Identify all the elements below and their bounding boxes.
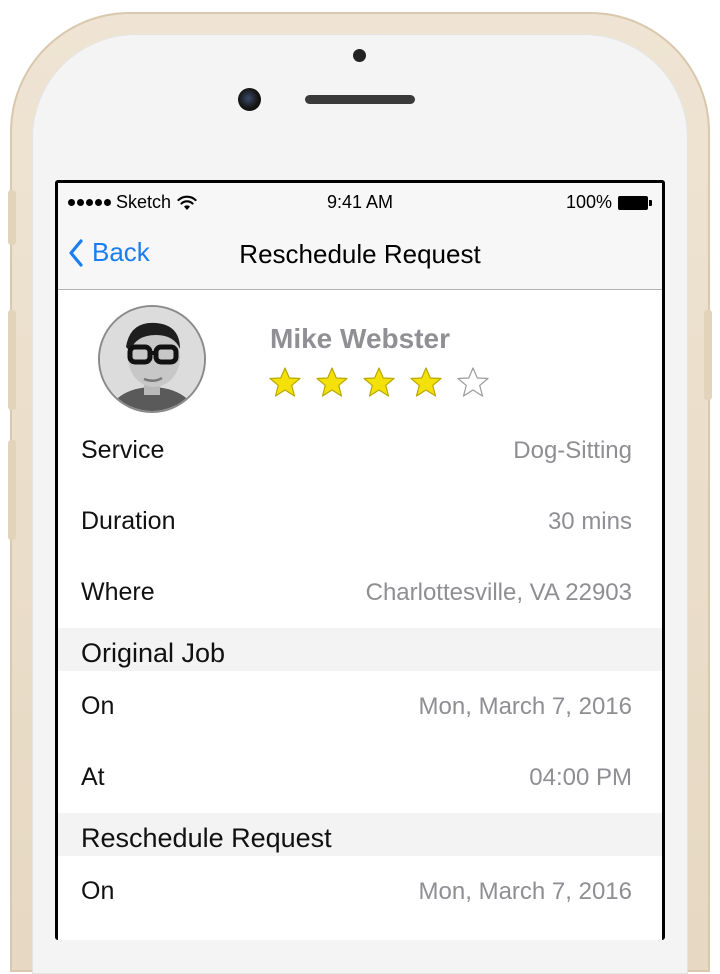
volume-down-button	[8, 440, 16, 540]
row-label: On	[81, 692, 115, 720]
power-button	[704, 310, 712, 400]
earpiece-speaker	[305, 95, 415, 104]
row-value: 04:00 PM	[529, 764, 632, 791]
avatar	[98, 305, 206, 413]
screen-content: Sketch 9:41 AM 100% Back Reschedule Requ…	[58, 183, 662, 940]
reschedule-row-date: On Mon, March 7, 2016	[58, 856, 662, 927]
navigation-bar: Back Reschedule Request	[58, 223, 662, 290]
row-value: Charlottesville, VA 22903	[365, 579, 632, 606]
page-title: Reschedule Request	[239, 239, 481, 269]
original-job-row-time: At 04:00 PM	[58, 742, 662, 813]
star-rating	[268, 366, 490, 400]
star-filled-icon	[363, 367, 395, 397]
row-label: Service	[81, 436, 165, 464]
detail-row-service: Service Dog-Sitting	[58, 415, 662, 486]
row-value: Mon, March 7, 2016	[418, 693, 632, 720]
row-label: Where	[81, 578, 155, 606]
battery-icon	[618, 195, 652, 210]
star-filled-icon	[410, 367, 442, 397]
star-filled-icon	[316, 367, 348, 397]
status-right: 100%	[566, 192, 652, 213]
proximity-sensor	[353, 49, 366, 62]
row-label: On	[81, 877, 115, 905]
star-empty-icon	[457, 367, 489, 397]
details-list: Service Dog-Sitting Duration 30 mins Whe…	[58, 415, 662, 927]
phone-screen: Sketch 9:41 AM 100% Back Reschedule Requ…	[55, 180, 665, 940]
detail-row-duration: Duration 30 mins	[58, 486, 662, 557]
person-avatar-image	[100, 307, 204, 411]
user-name: Mike Webster	[270, 323, 450, 354]
detail-row-where: Where Charlottesville, VA 22903	[58, 557, 662, 628]
battery-percentage: 100%	[565, 192, 612, 212]
row-value: Dog-Sitting	[513, 437, 632, 464]
row-label: At	[81, 763, 105, 791]
status-bar: Sketch 9:41 AM 100%	[58, 183, 662, 223]
front-camera-icon	[238, 88, 261, 111]
section-header-reschedule-request: Reschedule Request	[58, 813, 662, 856]
side-button	[8, 190, 16, 245]
row-value: 30 mins	[547, 508, 632, 535]
section-header-original-job: Original Job	[58, 628, 662, 671]
original-job-row-date: On Mon, March 7, 2016	[58, 671, 662, 742]
star-filled-icon	[269, 367, 301, 397]
profile-header: Mike Webster	[58, 290, 662, 415]
row-value: Mon, March 7, 2016	[418, 878, 632, 905]
row-label: Duration	[81, 507, 176, 535]
volume-up-button	[8, 310, 16, 410]
